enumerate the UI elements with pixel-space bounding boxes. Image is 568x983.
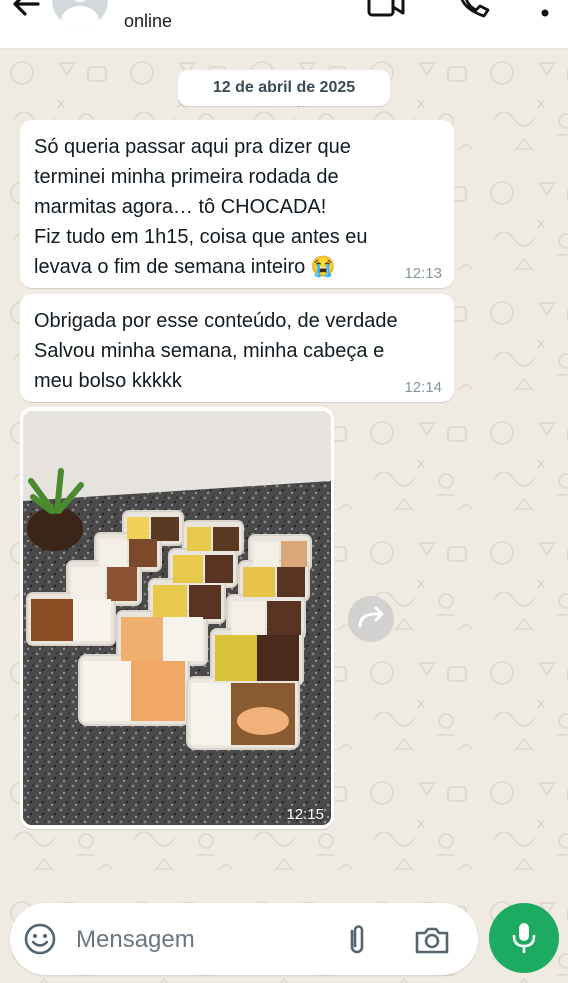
camera-icon[interactable]: [414, 925, 450, 955]
chat-header: online: [0, 0, 568, 49]
date-separator: 12 de abril de 2025: [178, 70, 390, 106]
message-time: 12:13: [404, 265, 442, 282]
forward-icon: [358, 606, 384, 628]
message-composer: [10, 903, 478, 975]
back-arrow-icon[interactable]: [8, 0, 44, 22]
message-bubble[interactable]: Obrigada por esse conteúdo, de verdade S…: [20, 294, 454, 402]
mic-icon: [512, 923, 536, 954]
contact-status: online: [124, 11, 173, 31]
attach-icon[interactable]: [342, 923, 372, 955]
message-text: Obrigada por esse conteúdo, de verdade S…: [34, 310, 398, 392]
mic-button[interactable]: [489, 903, 559, 973]
message-input[interactable]: [74, 919, 328, 961]
message-time: 12:14: [404, 379, 442, 396]
photo-message-bubble[interactable]: 12:15: [20, 407, 334, 829]
meal-prep-photo[interactable]: [23, 411, 331, 825]
voice-call-icon[interactable]: [454, 0, 490, 18]
video-call-icon[interactable]: [366, 0, 406, 18]
message-text: Só queria passar aqui pra dizer que term…: [34, 136, 368, 278]
avatar[interactable]: [52, 0, 108, 28]
message-time: 12:15: [286, 806, 324, 823]
message-bubble[interactable]: Só queria passar aqui pra dizer que term…: [20, 120, 454, 288]
more-options-icon[interactable]: [538, 0, 552, 22]
emoji-icon[interactable]: [24, 923, 56, 955]
forward-button[interactable]: [348, 596, 394, 642]
